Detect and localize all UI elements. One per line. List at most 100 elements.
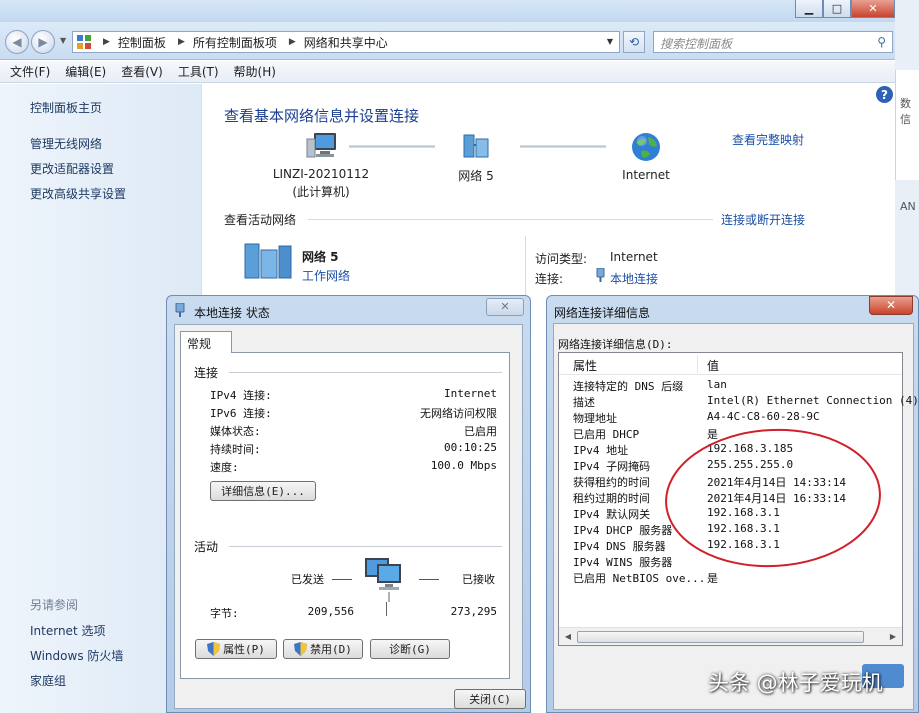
see-also-firewall[interactable]: Windows 防火墙 xyxy=(30,647,123,664)
connect-disconnect-link[interactable]: 连接或断开连接 xyxy=(721,211,805,228)
local-connection-link[interactable]: 本地连接 xyxy=(610,270,658,287)
sidebar-link-sharing[interactable]: 更改高级共享设置 xyxy=(30,185,126,202)
properties-button[interactable]: 属性(P) xyxy=(195,639,277,659)
dialog-title: 网络连接详细信息 xyxy=(554,306,651,320)
table-row[interactable]: IPv4 DNS 服务器 192.168.3.1 xyxy=(559,537,902,553)
network-icon xyxy=(463,134,489,158)
scroll-right-icon[interactable]: ▶ xyxy=(886,630,900,644)
row-property: 已启用 DHCP xyxy=(573,428,640,441)
menu-bar: 文件(F) 编辑(E) 查看(V) 工具(T) 帮助(H) xyxy=(0,61,895,83)
dialog-close-button[interactable]: ✕ xyxy=(869,296,913,315)
table-row[interactable]: 描述 Intel(R) Ethernet Connection (4) xyxy=(559,393,919,409)
row-value: 255.255.255.0 xyxy=(707,458,794,471)
row-value: 192.168.3.1 xyxy=(707,522,780,535)
table-row[interactable]: IPv4 DHCP 服务器 192.168.3.1 xyxy=(559,521,902,537)
general-panel: 连接 IPv4 连接: Internet IPv6 连接: 无网络访问权限 媒体… xyxy=(180,352,510,679)
table-row[interactable]: 租约过期的时间 2021年4月14日 16:33:14 xyxy=(559,489,902,505)
menu-help[interactable]: 帮助(H) xyxy=(234,63,276,80)
back-button[interactable]: ◀ xyxy=(5,30,29,54)
bytes-divider xyxy=(386,602,387,616)
map-node-internet[interactable]: Internet xyxy=(606,131,686,182)
table-row[interactable]: 连接特定的 DNS 后缀 lan xyxy=(559,377,902,393)
active-network-name: 网络 5 xyxy=(302,250,339,264)
scroll-left-icon[interactable]: ◀ xyxy=(561,630,575,644)
details-button[interactable]: 详细信息(E)... xyxy=(210,481,316,501)
table-row[interactable]: IPv4 WINS 服务器 xyxy=(559,553,902,569)
window-close-button[interactable]: ✕ xyxy=(851,0,895,18)
scrollbar-thumb[interactable] xyxy=(577,631,864,643)
forward-button[interactable]: ▶ xyxy=(31,30,55,54)
table-row[interactable]: 物理地址 A4-4C-C8-60-28-9C xyxy=(559,409,902,425)
page-title: 查看基本网络信息并设置连接 xyxy=(224,107,420,125)
menu-edit[interactable]: 编辑(E) xyxy=(65,63,106,80)
map-node-computer[interactable]: LINZI-20210112 (此计算机) xyxy=(261,131,381,200)
recent-pages-dropdown-icon[interactable]: ▼ xyxy=(60,36,66,45)
maximize-button[interactable]: □ xyxy=(823,0,851,18)
row-property: IPv4 子网掩码 xyxy=(573,460,651,473)
table-row[interactable]: IPv4 地址 192.168.3.185 xyxy=(559,441,902,457)
refresh-button[interactable]: ⟲ xyxy=(623,31,645,53)
see-also-internet-options[interactable]: Internet 选项 xyxy=(30,622,105,639)
connection-section-title: 连接 xyxy=(194,366,219,380)
map-node-network[interactable]: 网络 5 xyxy=(436,131,516,184)
active-networks-title: 查看活动网络 xyxy=(224,213,297,227)
address-dropdown-icon[interactable]: ▼ xyxy=(607,37,613,46)
row-value: lan xyxy=(707,378,727,391)
menu-tools[interactable]: 工具(T) xyxy=(178,63,219,80)
tab-general[interactable]: 常规 xyxy=(180,331,232,353)
menu-view[interactable]: 查看(V) xyxy=(121,63,163,80)
background-window-text: 数信 xyxy=(900,97,911,126)
refresh-icon: ⟲ xyxy=(628,35,640,49)
table-row[interactable]: 获得租约的时间 2021年4月14日 14:33:14 xyxy=(559,473,902,489)
breadcrumb-control-panel[interactable]: 控制面板 xyxy=(118,34,166,51)
breadcrumb-all-items[interactable]: 所有控制面板项 xyxy=(193,34,277,51)
table-row[interactable]: 已启用 NetBIOS ove... 是 xyxy=(559,569,902,585)
computer-name: LINZI-20210112 xyxy=(272,167,370,181)
close-button[interactable]: 关闭(C) xyxy=(454,689,526,709)
disable-button-label: 禁用(D) xyxy=(310,643,352,656)
diagnose-button[interactable]: 诊断(G) xyxy=(370,639,450,659)
column-header-value[interactable]: 值 xyxy=(707,357,719,374)
breadcrumb-separator-icon[interactable]: ▶ xyxy=(103,37,110,47)
computer-icon xyxy=(306,133,336,158)
properties-button-label: 属性(P) xyxy=(223,643,265,656)
details-list[interactable]: 属性 值 连接特定的 DNS 后缀 lan 描述 Intel(R) Ethernet… xyxy=(558,352,919,646)
column-header-property[interactable]: 属性 xyxy=(573,357,597,374)
sidebar-link-wireless[interactable]: 管理无线网络 xyxy=(30,135,102,152)
network-type-link[interactable]: 工作网络 xyxy=(302,267,350,284)
search-input[interactable]: 搜索控制面板 ⚲ xyxy=(653,31,893,53)
sidebar-link-cp-home[interactable]: 控制面板主页 xyxy=(30,99,102,116)
breadcrumb-network-center[interactable]: 网络和共享中心 xyxy=(304,34,388,51)
work-network-icon xyxy=(244,243,292,279)
table-row[interactable]: IPv4 默认网关 192.168.3.1 xyxy=(559,505,902,521)
row-value: 是 xyxy=(707,572,718,585)
table-row[interactable]: IPv4 子网掩码 255.255.255.0 xyxy=(559,457,902,473)
search-icon[interactable]: ⚲ xyxy=(877,35,886,49)
row-value: 192.168.3.1 xyxy=(707,538,780,551)
ipv4-connectivity-label: IPv4 连接: xyxy=(210,389,272,402)
help-icon[interactable]: ? xyxy=(876,86,893,103)
minimize-button[interactable]: ▁ xyxy=(795,0,823,18)
duration-value: 00:10:25 xyxy=(444,441,497,454)
row-value: 2021年4月14日 14:33:14 xyxy=(707,476,846,489)
row-property: IPv4 WINS 服务器 xyxy=(573,556,673,569)
menu-file[interactable]: 文件(F) xyxy=(10,63,50,80)
network-activity-icon xyxy=(365,558,401,602)
table-row[interactable]: 已启用 DHCP 是 xyxy=(559,425,902,441)
column-separator[interactable] xyxy=(697,355,698,373)
horizontal-scrollbar[interactable]: ◀ ▶ xyxy=(559,627,902,645)
breadcrumb-separator-icon[interactable]: ▶ xyxy=(178,37,185,47)
duration-label: 持续时间: xyxy=(210,443,261,456)
access-type-label: 访问类型: xyxy=(535,252,588,266)
disable-button[interactable]: 禁用(D) xyxy=(283,639,363,659)
view-full-map-link[interactable]: 查看完整映射 xyxy=(732,131,804,148)
row-value: Intel(R) Ethernet Connection (4) xyxy=(707,394,919,407)
sidebar-link-adapter[interactable]: 更改适配器设置 xyxy=(30,160,114,177)
uac-shield-icon xyxy=(294,642,308,656)
dialog-close-button[interactable]: ✕ xyxy=(486,298,524,316)
address-bar[interactable]: ▶ 控制面板 ▶ 所有控制面板项 ▶ 网络和共享中心 ▼ xyxy=(72,31,620,53)
dialog-title: 本地连接 状态 xyxy=(194,306,270,320)
arrow-left-icon: ◀ xyxy=(12,35,22,49)
breadcrumb-separator-icon[interactable]: ▶ xyxy=(289,37,296,47)
see-also-homegroup[interactable]: 家庭组 xyxy=(30,672,66,689)
